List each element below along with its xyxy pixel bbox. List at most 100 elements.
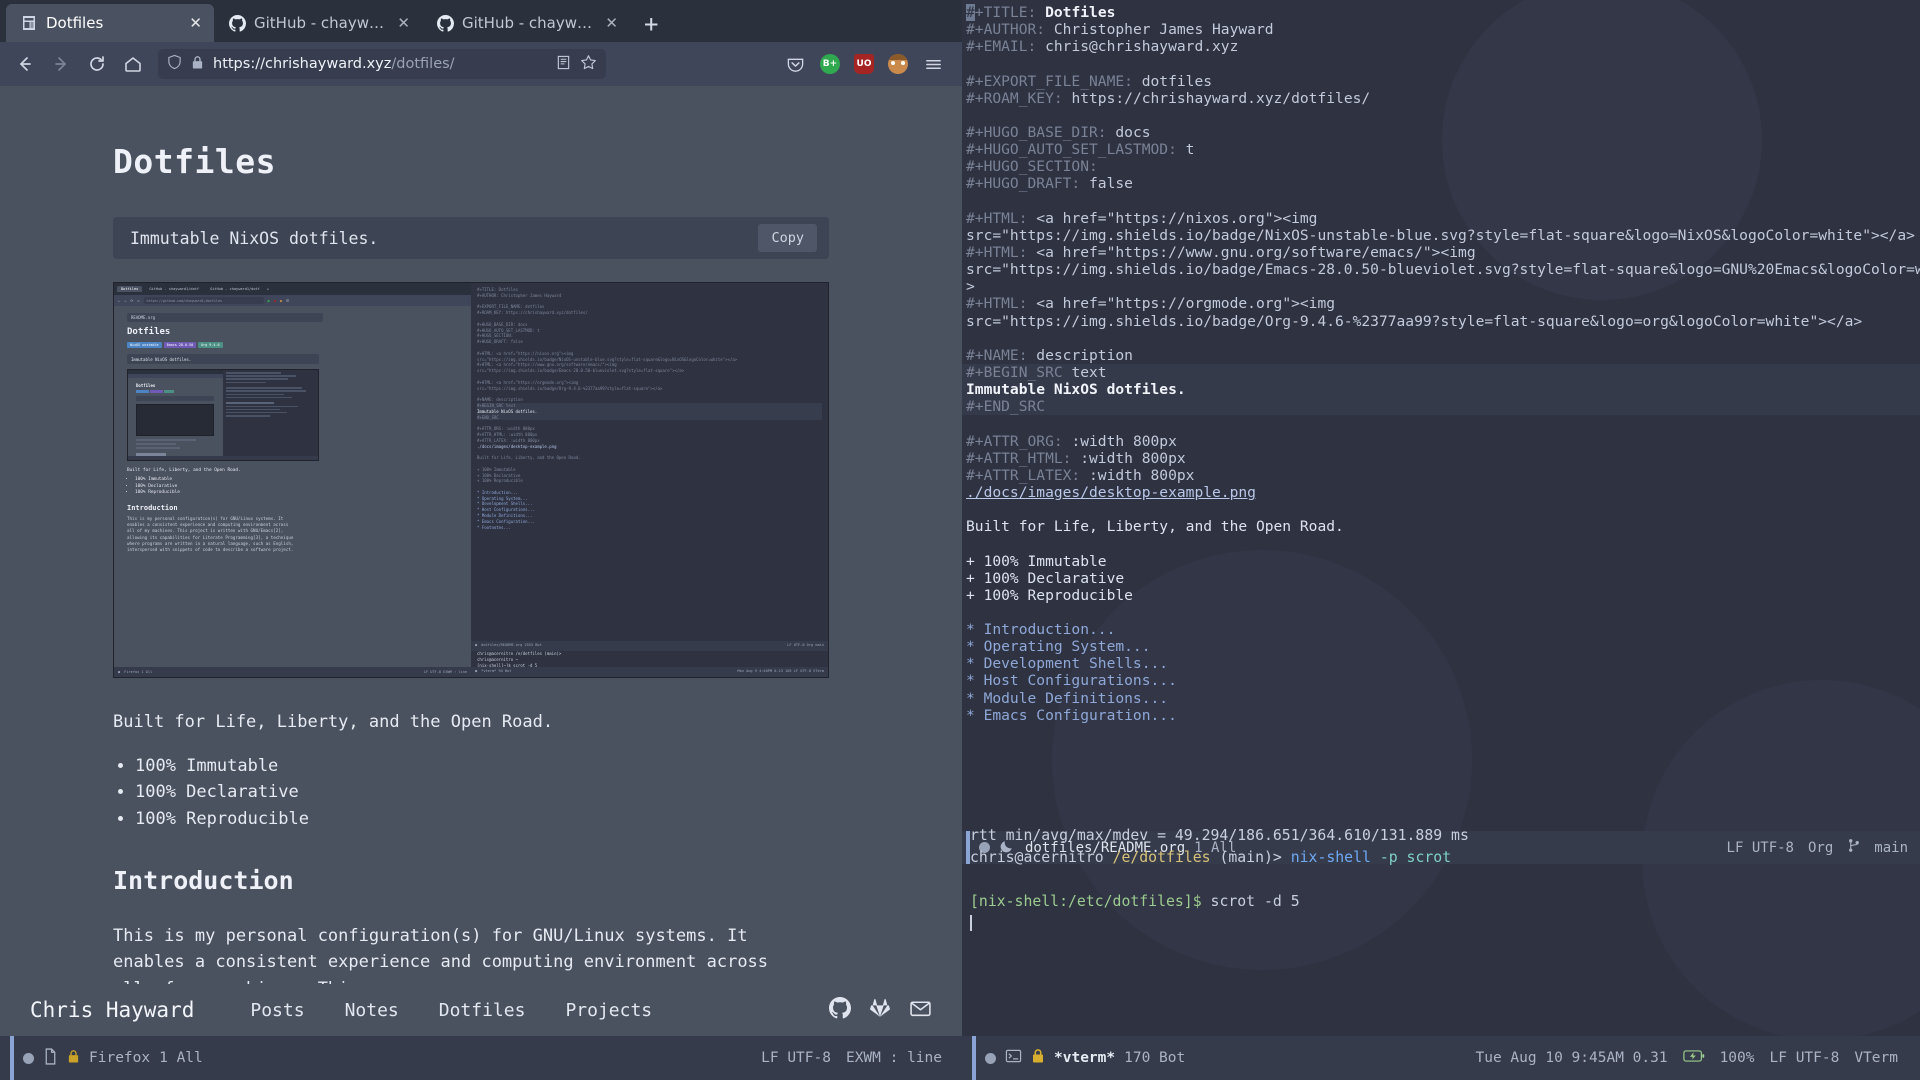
pocket-icon[interactable] — [784, 53, 806, 75]
org-line-33: + 100% Declarative — [966, 569, 1125, 587]
org-line-10: #+HUGO_DRAFT: false — [966, 175, 1133, 193]
org-line-12: #+HTML: <a href="https://nixos.org"><img — [966, 209, 1318, 227]
org-line-7: #+HUGO_BASE_DIR: docs — [966, 123, 1151, 141]
firefox-encoding: LF UTF-8 — [761, 1050, 831, 1066]
dot-icon: ● — [475, 643, 478, 648]
nested-page-body: README.org Dotfiles NixOS unstable Emacs… — [114, 306, 471, 554]
vterm-nixshell-prompt: [nix-shell:/etc/dotfiles]$ — [970, 893, 1202, 910]
nested-forward-icon: → — [124, 298, 127, 303]
email-icon[interactable] — [909, 997, 932, 1024]
document-icon — [20, 14, 38, 32]
list-item: 100% Immutable — [135, 477, 471, 484]
nano-emacs — [223, 370, 318, 460]
url-text: https://chrishayward.xyz/dotfiles/ — [213, 56, 547, 72]
copy-button[interactable]: Copy — [758, 224, 817, 252]
org-line-17: #+HTML: <a href="https://orgmode.org"><i… — [966, 295, 1336, 313]
vterm-blank-line — [966, 869, 1916, 891]
vterm-prompt-branch: (main)> — [1210, 849, 1282, 866]
browser-tab-label: GitHub - chayward1/dotfi — [462, 14, 597, 32]
text-cursor — [970, 915, 972, 931]
bitwarden-icon[interactable]: B+ — [820, 54, 840, 74]
nav-link-posts[interactable]: Posts — [250, 1000, 304, 1021]
nested-back-icon: ← — [118, 298, 121, 303]
org-line-30: Built for Life, Liberty, and the Open Ro… — [966, 518, 1344, 536]
battery-percent: 100% — [1719, 1050, 1755, 1066]
dot-icon: ● — [475, 669, 478, 674]
nested-description-block: Immutable NixOS dotfiles. — [127, 354, 319, 364]
firefox-major-mode: EXWM : line — [845, 1050, 942, 1066]
new-tab-button[interactable]: + — [630, 10, 672, 42]
org-line-1: #+AUTHOR: Christopher James Hayward — [966, 21, 1274, 39]
nested-readme-tab: README.org — [127, 313, 323, 322]
nested-firefox: Dotfiles GitHub - chayward1/dotf GitHub … — [114, 283, 471, 677]
page-tagline: Built for Life, Liberty, and the Open Ro… — [113, 712, 554, 732]
org-line-0: #+TITLE: Dotfiles — [966, 4, 1116, 21]
modified-dot-icon — [985, 1052, 996, 1064]
browser-tab-1[interactable]: GitHub - chayward1/dotfi ✕ — [214, 4, 422, 42]
description-code-block: Immutable NixOS dotfiles. Copy — [113, 217, 829, 259]
social-links — [829, 997, 932, 1024]
browser-nav-bar: https://chrishayward.xyz/dotfiles/ B+ UO — [0, 42, 962, 86]
nested-vterm: chris@acernitro /e/dotfiles (main)> chri… — [477, 651, 824, 668]
shield-icon[interactable] — [167, 54, 182, 74]
nested-vterm-modeline: ● *vterm* 94 Bot Mon Aug 9 4:40PM 0.23 1… — [471, 667, 828, 677]
org-line-20: #+NAME: description — [966, 346, 1133, 364]
lock-icon — [1031, 1048, 1045, 1068]
nav-link-dotfiles[interactable]: Dotfiles — [439, 1000, 526, 1021]
org-line-13: src="https://img.shields.io/badge/NixOS-… — [966, 226, 1915, 244]
nav-link-notes[interactable]: Notes — [345, 1000, 399, 1021]
org-line-6 — [962, 107, 1920, 124]
reader-mode-icon[interactable] — [556, 55, 571, 74]
close-icon[interactable]: ✕ — [397, 14, 410, 32]
nested-ext-3: ● — [279, 298, 283, 303]
list-item: 100% Declarative — [135, 484, 471, 491]
nested-org-modeline-left: dotfiles/README.org 2553 Bot — [481, 643, 542, 648]
back-icon[interactable] — [14, 53, 36, 75]
github-icon — [436, 14, 454, 32]
org-line-3 — [962, 55, 1920, 72]
reload-icon[interactable] — [86, 53, 108, 75]
forward-icon[interactable] — [50, 53, 72, 75]
firefox-window: Dotfiles ✕ GitHub - chayward1/dotfi ✕ Gi… — [0, 0, 962, 1080]
site-brand[interactable]: Chris Hayward — [30, 998, 194, 1022]
browser-tab-2[interactable]: GitHub - chayward1/dotfi ✕ — [422, 4, 630, 42]
profile-avatar-icon[interactable] — [888, 54, 908, 74]
org-line-40: * Module Definitions... — [966, 689, 1169, 707]
github-icon — [228, 14, 246, 32]
nested-tagline: Built for Life, Liberty, and the Open Ro… — [127, 468, 241, 473]
vterm-scrot-command: scrot -d 5 — [1201, 893, 1300, 910]
feature-list: 100% Immutable 100% Declarative 100% Rep… — [135, 753, 849, 832]
desktop-example-image: Dotfiles GitHub - chayward1/dotf GitHub … — [113, 282, 829, 678]
document-icon — [43, 1047, 58, 1069]
nested-page-title: Dotfiles — [127, 327, 171, 337]
gitlab-icon[interactable] — [869, 997, 891, 1023]
nav-link-projects[interactable]: Projects — [565, 1000, 652, 1021]
vterm-cmd-nixshell: nix-shell — [1281, 849, 1371, 866]
browser-tab-0[interactable]: Dotfiles ✕ — [6, 4, 214, 42]
vterm-cursor-line — [966, 913, 1916, 935]
vterm-buffer[interactable]: rtt min/avg/max/mdev = 49.294/186.651/36… — [962, 820, 1920, 1036]
address-bar[interactable]: https://chrishayward.xyz/dotfiles/ — [158, 49, 606, 79]
nano-screenshot: Dotfiles — [128, 370, 318, 460]
ublock-origin-icon[interactable]: UO — [854, 54, 874, 74]
close-icon[interactable]: ✕ — [189, 14, 202, 32]
hamburger-menu-icon[interactable] — [922, 53, 944, 75]
vterm-buffer-name: *vterm* — [1054, 1050, 1116, 1066]
browser-tab-bar: Dotfiles ✕ GitHub - chayward1/dotfi ✕ Gi… — [0, 0, 962, 42]
org-buffer[interactable]: #+TITLE: Dotfiles #+AUTHOR: Christopher J… — [962, 0, 1920, 831]
desktop-root: Dotfiles ✕ GitHub - chayward1/dotfi ✕ Gi… — [0, 0, 1920, 1080]
url-domain: https://chrishayward.xyz — [213, 56, 392, 72]
github-icon[interactable] — [829, 997, 851, 1023]
nested-nested-image: Dotfiles — [127, 369, 319, 461]
org-line-27: #+ATTR_LATEX: :width 800px — [966, 466, 1195, 484]
org-line-31 — [962, 535, 1920, 552]
vterm-encoding: LF UTF-8 — [1769, 1050, 1840, 1066]
lock-icon[interactable] — [191, 55, 204, 74]
home-icon[interactable] — [122, 53, 144, 75]
nested-home-icon: ⌂ — [137, 298, 140, 303]
star-icon[interactable] — [580, 54, 597, 75]
close-icon[interactable]: ✕ — [605, 14, 618, 32]
nested-section-title: Introduction — [127, 503, 178, 512]
nested-vterm-modeline-right: Mon Aug 9 4:40PM 0.23 105 LF UTF-8 VTerm — [737, 669, 824, 674]
firefox-buffer-position: 1 All — [159, 1050, 203, 1066]
